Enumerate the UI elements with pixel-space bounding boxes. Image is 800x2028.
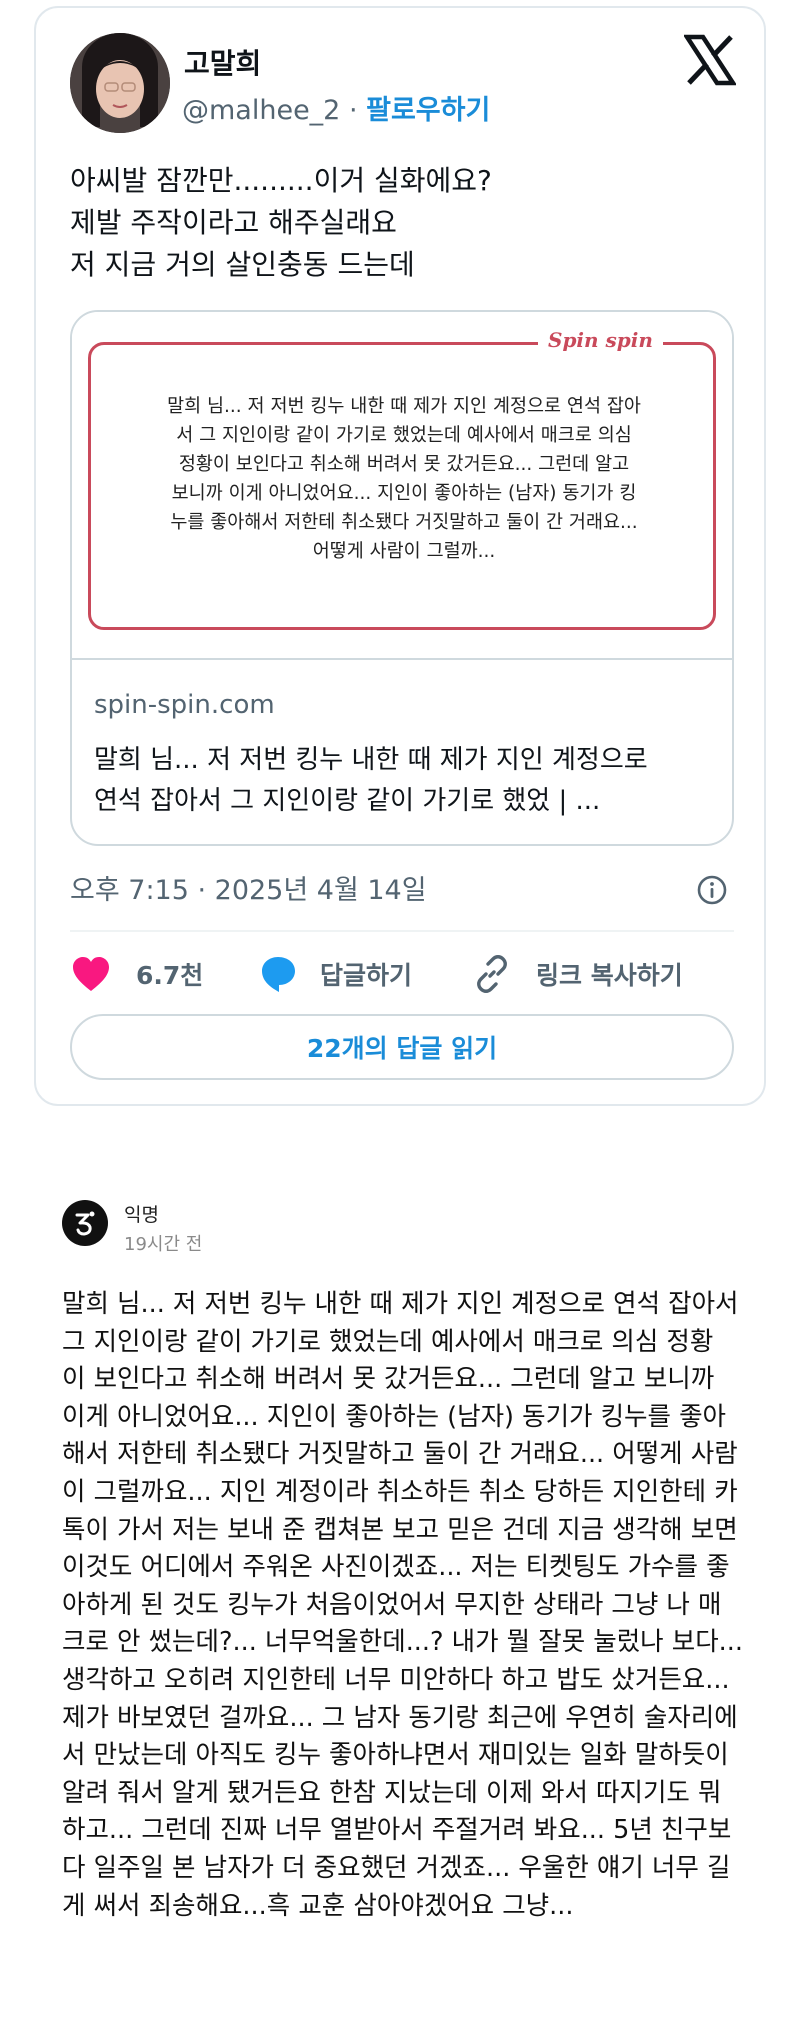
post-line: 알려 줘서 알게 됐거든요 한참 지났는데 이제 와서 따지기도 뭐 <box>62 1777 722 1808</box>
post-line: 말희 님... 저 저번 킹누 내한 때 제가 지인 계정으로 연석 잡아서 <box>62 1289 739 1319</box>
post-line: 아하게 된 것도 킹누가 처음이었어서 무지한 상태라 그냥 나 매 <box>62 1589 722 1620</box>
follow-button[interactable]: 팔로우하기 <box>366 95 490 126</box>
post-author-avatar <box>62 1200 108 1246</box>
preview-text: 말희 님... 저 저번 킹누 내한 때 제가 지인 계정으로 연석 잡아 서 … <box>106 392 702 566</box>
post-line: 이것도 어디에서 주워온 사진이겠죠... 저는 티켓팅도 가수를 좋 <box>62 1552 730 1583</box>
post-body: 말희 님... 저 저번 킹누 내한 때 제가 지인 계정으로 연석 잡아서 그… <box>62 1286 743 1925</box>
tweet-actions: 6.7천 답글하기 링크 복사하기 <box>70 952 734 996</box>
post-line: 서 만났는데 아직도 킹누 좋아하냐면서 재미있는 일화 말하듯이 <box>62 1740 729 1771</box>
handle-separator: · <box>340 95 367 126</box>
tweet-text-line: 저 지금 거의 살인충동 드는데 <box>70 248 415 281</box>
post-author: 익명 <box>124 1204 159 1226</box>
post-line: 해서 저한테 취소됐다 거짓말하고 둘이 간 거래요... 어떻게 사람 <box>62 1439 738 1470</box>
post-line: 크로 안 썼는데?... 너무억울한데...? 내가 뭘 잘못 눌렀나 보다..… <box>62 1627 743 1658</box>
post-line: 그 지인이랑 같이 가기로 했었는데 예사에서 매크로 의심 정황 <box>62 1326 714 1357</box>
link-title-line: 말희 님... 저 저번 킹누 내한 때 제가 지인 계정으로 <box>94 745 648 775</box>
preview-text-line: 서 그 지인이랑 같이 가기로 했었는데 예사에서 매크로 의심 <box>176 425 632 446</box>
tweet-text: 아씨발 잠깐만.........이거 실화에요? 제발 주작이라고 해주실래요 … <box>70 160 492 286</box>
reply-button[interactable]: 답글하기 <box>258 952 412 996</box>
post-line: 이게 아니었어요... 지인이 좋아하는 (남자) 동기가 킹누를 좋아 <box>62 1401 726 1432</box>
author-handle-row: @malhee_2 · 팔로우하기 <box>182 88 490 127</box>
copy-link-button[interactable]: 링크 복사하기 <box>472 952 683 996</box>
post-line: 이 보인다고 취소해 버려서 못 갔거든요... 그런데 알고 보니까 <box>62 1364 715 1395</box>
author-handle[interactable]: @malhee_2 <box>182 95 340 126</box>
preview-text-line: 보니까 이게 아니었어요... 지인이 좋아하는 (남자) 동기가 킹 <box>171 483 637 504</box>
preview-text-line: 누를 좋아해서 저한테 취소됐다 거짓말하고 둘이 간 거래요... <box>170 512 638 533</box>
x-logo-icon[interactable] <box>684 34 736 86</box>
copy-link-label: 링크 복사하기 <box>536 961 683 990</box>
spinspin-logo: Spin spin <box>538 328 663 352</box>
read-replies-button[interactable]: 22개의 답글 읽기 <box>70 1014 734 1080</box>
reply-bubble-icon <box>262 957 295 992</box>
post-line: 게 써서 죄송해요...흑 교훈 삼아야겠어요 그냥... <box>62 1890 574 1921</box>
link-chain-icon <box>477 955 507 993</box>
link-preview-card[interactable]: Spin spin 말희 님... 저 저번 킹누 내한 때 제가 지인 계정으… <box>70 310 734 846</box>
tweet-text-line: 아씨발 잠깐만.........이거 실화에요? <box>70 164 492 197</box>
post-line: 생각하고 오히려 지인한테 너무 미안하다 하고 밥도 샀거든요... <box>62 1664 730 1695</box>
reply-label: 답글하기 <box>320 961 413 990</box>
preview-text-line: 어떻게 사람이 그럴까... <box>312 541 496 562</box>
post-line: 하고... 그런데 진짜 너무 열받아서 주절거려 봐요... 5년 친구보 <box>62 1815 732 1846</box>
avatar-photo <box>70 33 170 133</box>
like-count: 6.7천 <box>136 961 204 990</box>
preview-text-line: 정황이 보인다고 취소해 버려서 못 갔거든요... 그런데 알고 <box>178 454 630 475</box>
post-time: 19시간 전 <box>124 1234 203 1255</box>
like-button[interactable]: 6.7천 <box>70 952 203 996</box>
link-title: 말희 님... 저 저번 킹누 내한 때 제가 지인 계정으로 연석 잡아서 그… <box>94 740 648 822</box>
preview-text-line: 말희 님... 저 저번 킹누 내한 때 제가 지인 계정으로 연석 잡아 <box>167 396 641 417</box>
tweet-divider <box>70 930 734 932</box>
post-line: 다 일주일 본 남자가 더 중요했던 거겠죠... 우울한 얘기 너무 길 <box>62 1852 731 1883</box>
heart-icon <box>73 957 109 991</box>
post-line: 이 그럴까요... 지인 계정이라 취소하든 취소 당하든 지인한테 카 <box>62 1476 738 1507</box>
post-line: 톡이 가서 저는 보내 준 캡쳐본 보고 믿은 건데 지금 생각해 보면 <box>62 1514 738 1545</box>
author-avatar[interactable] <box>70 33 170 133</box>
tweet-timestamp[interactable]: 오후 7:15 · 2025년 4월 14일 <box>70 868 427 907</box>
link-preview-image[interactable]: Spin spin 말희 님... 저 저번 킹누 내한 때 제가 지인 계정으… <box>72 312 732 658</box>
anonymous-logo-icon <box>75 1211 95 1236</box>
link-card-divider <box>72 658 732 660</box>
post-line: 제가 바보였던 걸까요... 그 남자 동기랑 최근에 우연히 술자리에 <box>62 1702 738 1733</box>
info-icon[interactable] <box>696 874 728 906</box>
tweet-text-line: 제발 주작이라고 해주실래요 <box>70 206 397 239</box>
tweet-embed-card: 고말희 @malhee_2 · 팔로우하기 아씨발 잠깐만.........이거… <box>34 6 766 1106</box>
link-title-line: 연석 잡아서 그 지인이랑 같이 가기로 했었 | ... <box>94 786 601 816</box>
link-domain: spin-spin.com <box>94 690 275 720</box>
author-name[interactable]: 고말희 <box>184 42 261 82</box>
